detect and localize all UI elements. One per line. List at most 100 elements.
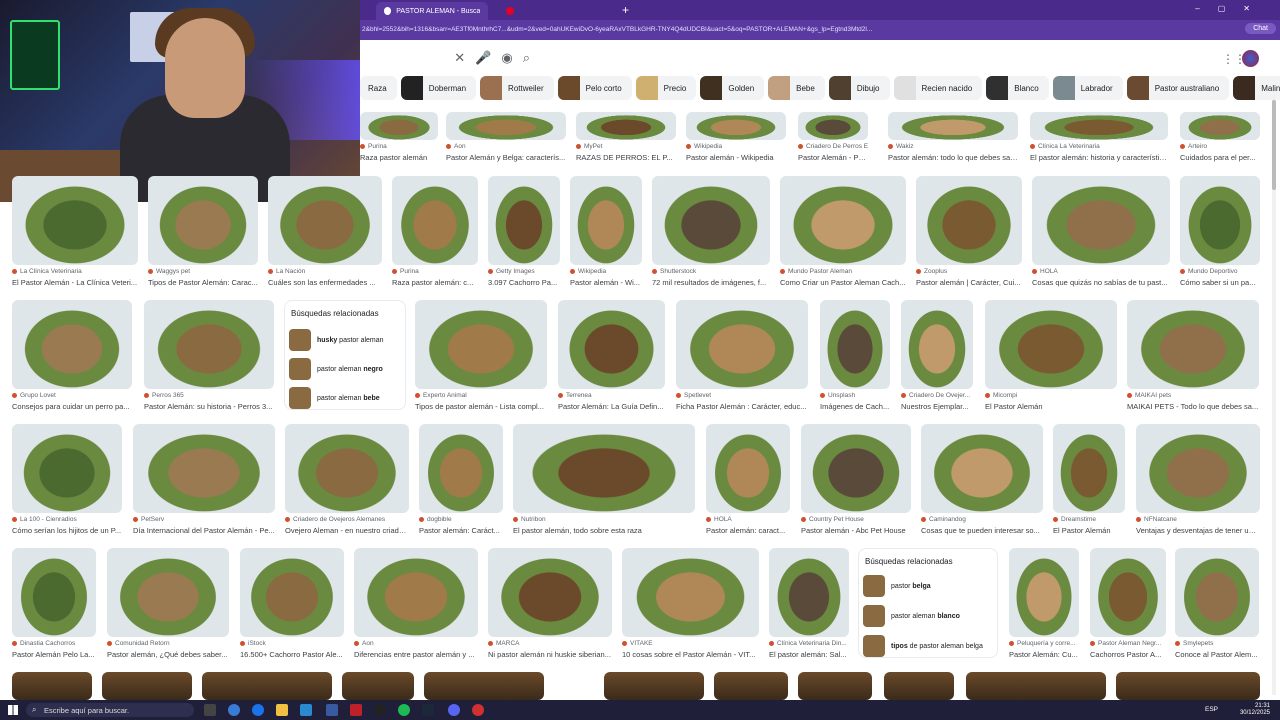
filter-chip[interactable]: Golden: [700, 76, 765, 100]
result-caption[interactable]: Ni pastor alemán ni huskie siberian...: [488, 650, 612, 659]
image-result[interactable]: NFNatcane Ventajas y desventajas de tener…: [1136, 424, 1260, 543]
result-caption[interactable]: Pastor alemán - Wikipedia: [686, 153, 786, 162]
filter-chip[interactable]: Bebe: [768, 76, 825, 100]
dog-photo[interactable]: [1180, 112, 1260, 140]
app-icon[interactable]: [472, 704, 484, 716]
result-source[interactable]: Country Pet House: [801, 516, 911, 523]
result-source[interactable]: Clínica La Veterinaria: [1030, 143, 1168, 150]
dog-photo[interactable]: [1090, 548, 1166, 637]
dog-photo[interactable]: [622, 548, 759, 637]
result-caption[interactable]: Como Criar un Pastor Aleman Cach...: [780, 278, 906, 287]
image-result[interactable]: Criadero de Ovejeros Alemanes Ovejero Ale…: [285, 424, 409, 543]
dog-photo[interactable]: [686, 112, 786, 140]
image-result[interactable]: Peluquería y corre... Pastor Alemán: Cu..…: [1009, 548, 1079, 667]
dog-photo[interactable]: [148, 176, 258, 265]
result-source[interactable]: Purina: [392, 268, 478, 275]
filter-chip[interactable]: Precio: [635, 76, 697, 100]
tab-google-images[interactable]: PASTOR ALEMAN - Buscar con Go...: [376, 2, 488, 20]
result-source[interactable]: Nutribon: [513, 516, 695, 523]
result-caption[interactable]: Ovejero Aleman - en nuestro criade...: [285, 526, 409, 535]
result-caption[interactable]: 16.500+ Cachorro Pastor Ale...: [240, 650, 344, 659]
windows-start-icon[interactable]: [8, 705, 18, 715]
image-result[interactable]: MARCA Ni pastor alemán ni huskie siberian…: [488, 548, 612, 667]
result-caption[interactable]: Cachorros Pastor A...: [1090, 650, 1166, 659]
result-source[interactable]: Wikipedia: [570, 268, 642, 275]
image-result[interactable]: Grupo Lovet Consejos para cuidar un perro…: [12, 300, 132, 419]
window-controls[interactable]: –▢✕: [1195, 4, 1268, 13]
image-result[interactable]: La Clínica Veterinaria El Pastor Alemán -…: [12, 176, 138, 295]
result-source[interactable]: NFNatcane: [1136, 516, 1260, 523]
result-source[interactable]: MyPet: [576, 143, 676, 150]
dog-photo[interactable]: [268, 176, 382, 265]
result-caption[interactable]: Cuidados para el per...: [1180, 153, 1260, 162]
result-caption[interactable]: Diferencias entre pastor alemán y ...: [354, 650, 478, 659]
taskbar-search[interactable]: ⌕ Escribe aquí para buscar.: [26, 703, 194, 717]
image-result[interactable]: La Nación Cuáles son las enfermedades ...: [268, 176, 382, 295]
result-source[interactable]: HOLA: [1032, 268, 1170, 275]
microphone-icon[interactable]: 🎤: [475, 50, 491, 66]
related-item[interactable]: pastor aleman blanco: [863, 605, 960, 627]
result-source[interactable]: Mundo Deportivo: [1180, 268, 1260, 275]
result-caption[interactable]: Tipos de pastor alemán - Lista compl...: [415, 402, 547, 411]
result-source[interactable]: La 100 - Cienradios: [12, 516, 122, 523]
result-caption[interactable]: El Pastor Alemán: [1053, 526, 1125, 535]
result-source[interactable]: Experto Animal: [415, 392, 547, 399]
dog-photo[interactable]: [419, 424, 503, 513]
scrollbar[interactable]: [1272, 95, 1276, 695]
spotify-icon[interactable]: [398, 704, 410, 716]
filter-chip[interactable]: Doberman: [400, 76, 477, 100]
image-result[interactable]: VITAKE 10 cosas sobre el Pastor Alemán - …: [622, 548, 759, 667]
result-source[interactable]: Dreamstime: [1053, 516, 1125, 523]
result-source[interactable]: Micompi: [985, 392, 1117, 399]
result-caption[interactable]: El pastor alemán: Sal...: [769, 650, 849, 659]
result-caption[interactable]: Cosas que te pueden interesar so...: [921, 526, 1043, 535]
result-caption[interactable]: El pastor alemán, todo sobre esta raza: [513, 526, 695, 535]
result-source[interactable]: iStock: [240, 640, 344, 647]
image-result[interactable]: Wakiz Pastor alemán: todo lo que debes sa…: [888, 112, 1018, 170]
dog-photo[interactable]: [570, 176, 642, 265]
image-result[interactable]: La 100 - Cienradios Cómo serían los hijit…: [12, 424, 122, 543]
result-caption[interactable]: Ficha Pastor Alemán : Carácter, educ...: [676, 402, 808, 411]
result-source[interactable]: Criadero de Ovejeros Alemanes: [285, 516, 409, 523]
dog-photo[interactable]: [769, 548, 849, 637]
result-source[interactable]: Unsplash: [820, 392, 890, 399]
result-caption[interactable]: Pastor alemán, ¿Qué debes saber...: [107, 650, 229, 659]
image-result-partial[interactable]: [714, 672, 788, 700]
image-result[interactable]: Caminandog Cosas que te pueden interesar …: [921, 424, 1043, 543]
dog-photo[interactable]: [1032, 176, 1170, 265]
chat-button[interactable]: Chat: [1245, 23, 1276, 34]
filter-chip[interactable]: Labrador: [1052, 76, 1123, 100]
result-caption[interactable]: El Pastor Alemán: [985, 402, 1117, 411]
result-caption[interactable]: Pastor alemán - Abc Pet House: [801, 526, 911, 535]
dog-photo[interactable]: [12, 548, 96, 637]
result-caption[interactable]: Nuestros Ejemplar...: [901, 402, 973, 411]
result-source[interactable]: Zooplus: [916, 268, 1022, 275]
result-source[interactable]: VITAKE: [622, 640, 759, 647]
tab-pinterest[interactable]: [498, 2, 608, 20]
result-caption[interactable]: 72 mil resultados de imágenes, f...: [652, 278, 770, 287]
image-result[interactable]: Spetlevet Ficha Pastor Alemán : Carácter,…: [676, 300, 808, 419]
dog-photo[interactable]: [392, 176, 478, 265]
result-source[interactable]: Criadero De Ovejer...: [901, 392, 973, 399]
image-result[interactable]: Clínica Veterinaria Din... El pastor alem…: [769, 548, 849, 667]
dog-photo[interactable]: [107, 548, 229, 637]
image-result[interactable]: MAIKAI pets MAIKAI PETS - Todo lo que deb…: [1127, 300, 1259, 419]
image-result[interactable]: Purina Raza pastor alemán: [360, 112, 438, 170]
dog-photo[interactable]: [415, 300, 547, 389]
dog-photo[interactable]: [985, 300, 1117, 389]
image-result[interactable]: HOLA Cosas que quizás no sabías de tu pas…: [1032, 176, 1170, 295]
image-result[interactable]: Zooplus Pastor alemán | Carácter, Cui...: [916, 176, 1022, 295]
image-result[interactable]: Dinastia Cachorros Pastor Alemán Pelo La.…: [12, 548, 96, 667]
dog-photo[interactable]: [240, 548, 344, 637]
result-caption[interactable]: Raza pastor alemán: [360, 153, 438, 162]
result-source[interactable]: Smylepets: [1175, 640, 1259, 647]
dog-photo[interactable]: [1053, 424, 1125, 513]
image-result[interactable]: Arteiro Cuidados para el per...: [1180, 112, 1260, 170]
image-result[interactable]: PetServ Día Internacional del Pastor Alem…: [133, 424, 275, 543]
result-source[interactable]: Aon: [446, 143, 566, 150]
related-item[interactable]: pastor aleman bebe: [289, 387, 380, 409]
image-result-partial[interactable]: [966, 672, 1106, 700]
dog-photo[interactable]: [1175, 548, 1259, 637]
related-item[interactable]: tipos de pastor aleman belga: [863, 635, 983, 657]
result-source[interactable]: Purina: [360, 143, 438, 150]
